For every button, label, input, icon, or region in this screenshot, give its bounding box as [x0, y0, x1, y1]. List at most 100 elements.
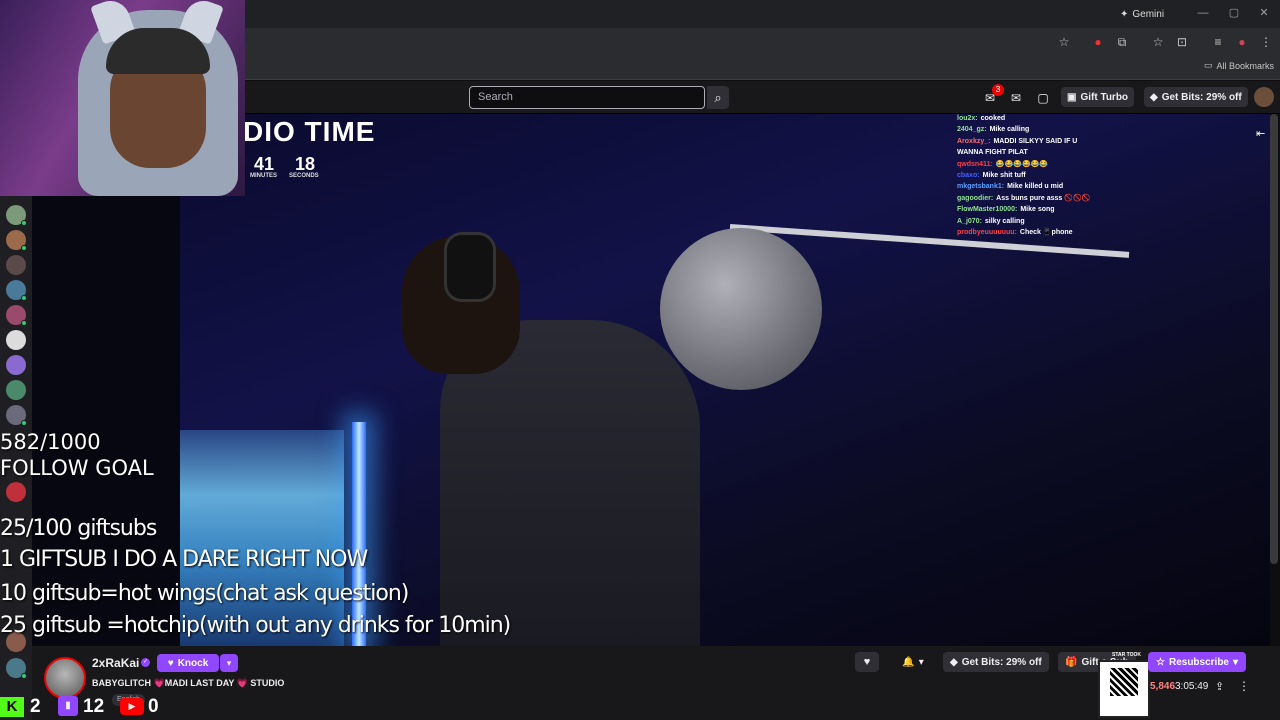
- get-bits-button[interactable]: ◆ Get Bits: 29% off: [1144, 87, 1248, 107]
- follow-heart-button[interactable]: ♥: [855, 652, 879, 672]
- giftsub-reward-10: 10 giftsub=hot wings(chat ask question): [0, 581, 409, 606]
- knock-button[interactable]: ♥ Knock: [157, 654, 219, 672]
- twitch-logo-icon: ▮: [58, 696, 78, 716]
- chat-username: lou2x:: [957, 115, 978, 122]
- overlay-chat-line: qwdsn411: 😂😂😂😂😂😂: [957, 159, 1048, 170]
- sidebar-channel-avatar[interactable]: [6, 255, 26, 275]
- all-bookmarks-button[interactable]: ▭ All Bookmarks: [1204, 60, 1274, 71]
- favorites-icon[interactable]: ☆: [1150, 34, 1166, 50]
- bits-icon: ◆: [950, 656, 958, 668]
- overlay-chat-line: 2404_gz: Mike calling: [957, 124, 1029, 135]
- overlay-chat-line: Aroxkzy_: MADDI SILKYY SAID IF U: [957, 136, 1077, 147]
- sidebar-channel-avatar[interactable]: [6, 355, 26, 375]
- extension-record-icon[interactable]: ●: [1090, 34, 1106, 50]
- minimize-button[interactable]: —: [1196, 6, 1210, 20]
- timer-seconds: 18: [295, 154, 316, 174]
- sidebar-channel-avatar[interactable]: [6, 230, 27, 251]
- sidebar-channel-avatar[interactable]: [6, 380, 26, 400]
- chat-username: FlowMaster10000:: [957, 206, 1018, 214]
- chat-username: A_j070:: [957, 217, 982, 225]
- kick-logo-icon: K: [0, 697, 24, 717]
- stream-uptime: 3:05:49: [1175, 681, 1209, 692]
- page-scrollbar[interactable]: [1270, 114, 1278, 564]
- giftsub-reward-25: 25 giftsub =hotchip(with out any drinks …: [0, 613, 511, 638]
- chat-message: Mike killed u mid: [1007, 183, 1064, 191]
- search-button[interactable]: ⌕: [707, 86, 729, 109]
- chat-message: Check 📱phone: [1019, 229, 1073, 236]
- chevron-down-icon: ▾: [918, 656, 924, 668]
- heart-icon: ♥: [863, 656, 871, 668]
- youtube-count: 0: [148, 696, 159, 717]
- chat-message: silky calling: [984, 217, 1025, 225]
- gemini-button[interactable]: ✦ Gemini: [1120, 6, 1164, 22]
- overlay-chat-line: cbaxo: Mike shit tuff: [957, 170, 1026, 181]
- sidebar-channel-avatar[interactable]: [6, 330, 26, 350]
- share-icon[interactable]: ⇪: [1215, 680, 1224, 693]
- user-avatar[interactable]: [1254, 87, 1274, 107]
- webcam-overlay: [0, 0, 245, 196]
- overlay-chat-line: FlowMaster10000: Mike song: [957, 204, 1055, 215]
- channel-avatar[interactable]: [44, 657, 86, 699]
- chat-username: Aroxkzy_:: [957, 137, 991, 145]
- sidebar-channel-avatar[interactable]: [6, 280, 27, 301]
- bookmark-star-icon[interactable]: ☆: [1056, 34, 1072, 50]
- browser-menu-icon[interactable]: ⋮: [1258, 34, 1274, 50]
- chat-username: prodbyeuuuuuuu:: [957, 229, 1017, 236]
- follow-goal-count: 582/1000: [0, 430, 101, 454]
- sidebar-channel-avatar[interactable]: [6, 658, 27, 679]
- video-title-overlay: DIO TIME: [243, 116, 376, 147]
- sidebar-channel-avatar[interactable]: [6, 482, 26, 502]
- twitch-count: 12: [83, 696, 105, 717]
- chat-message: cooked: [980, 115, 1006, 122]
- knock-dropdown-chevron-icon[interactable]: ▾: [220, 654, 238, 672]
- qr-caption: STAR TOOK: [1112, 652, 1141, 658]
- get-bits-channel-button[interactable]: ◆ Get Bits: 29% off: [943, 652, 1049, 672]
- chat-username: gagoodier:: [957, 194, 994, 202]
- giftsub-goal-count: 25/100 giftsubs: [0, 516, 157, 541]
- verified-badge-icon: ✓: [141, 658, 150, 667]
- search-input[interactable]: Search: [469, 86, 705, 109]
- qr-code-pattern: [1110, 668, 1138, 696]
- sidebar-channel-avatar[interactable]: [6, 205, 27, 226]
- channel-name[interactable]: 2xRaKai: [92, 656, 139, 670]
- inbox-icon[interactable]: ✉: [1008, 90, 1024, 106]
- overlay-chat-line: lou2x: cooked: [957, 113, 1005, 124]
- sidebar-channel-avatar[interactable]: [6, 305, 27, 326]
- turbo-icon: ▣: [1067, 91, 1077, 103]
- chevron-down-icon: ▾: [1233, 656, 1239, 668]
- reading-list-icon[interactable]: ⊡: [1174, 34, 1190, 50]
- gift-turbo-button[interactable]: ▣ Gift Turbo: [1061, 87, 1135, 107]
- chat-message: Mike calling: [989, 126, 1030, 134]
- viewer-count: 5,846: [1150, 681, 1176, 692]
- whispers-icon[interactable]: ▢: [1035, 90, 1051, 106]
- star-icon: ☆: [1156, 656, 1165, 668]
- profile-icon[interactable]: ●: [1234, 34, 1250, 50]
- folder-icon: ▭: [1204, 60, 1213, 70]
- chat-message: MADDI SILKYY SAID IF U: [993, 137, 1078, 145]
- microphone: [660, 228, 822, 390]
- gemini-icon: ✦: [1120, 8, 1129, 20]
- chat-message: 😂😂😂😂😂😂: [995, 160, 1049, 168]
- youtube-logo-icon: ▶: [120, 698, 144, 715]
- timer-seconds-label: SECONDS: [289, 173, 319, 179]
- maximize-button[interactable]: ▢: [1227, 6, 1241, 20]
- media-control-icon[interactable]: ≡: [1210, 34, 1226, 50]
- gift-icon: 🎁: [1065, 656, 1078, 668]
- chat-username: qwdsn411:: [957, 160, 993, 168]
- knock-icon: ♥: [167, 657, 174, 669]
- more-options-icon[interactable]: ⋮: [1238, 679, 1250, 693]
- resubscribe-button[interactable]: ☆ Resubscribe ▾: [1148, 652, 1247, 672]
- chat-username: 2404_gz:: [957, 126, 987, 134]
- overlay-chat-line: mkgetsbank1: Mike killed u mid: [957, 181, 1063, 192]
- notification-bell-button[interactable]: 🔔 ▾: [894, 652, 932, 672]
- timer-minutes: 41: [254, 154, 275, 174]
- overlay-chat-line: A_j070: silky calling: [957, 216, 1025, 227]
- bell-icon: 🔔: [902, 656, 915, 668]
- stream-title: BABYGLITCH 💗MADI LAST DAY 💗 STUDIO: [92, 678, 285, 688]
- collapse-chat-icon[interactable]: ⇤: [1256, 127, 1265, 140]
- chat-message: Ass buns pure asss 🚫🚫🚫: [996, 194, 1091, 202]
- close-window-button[interactable]: ✕: [1257, 6, 1271, 20]
- sidebar-channel-avatar[interactable]: [6, 405, 27, 426]
- chat-message: WANNA FIGHT PILAT: [957, 149, 1028, 157]
- extensions-icon[interactable]: ⧉: [1114, 34, 1130, 50]
